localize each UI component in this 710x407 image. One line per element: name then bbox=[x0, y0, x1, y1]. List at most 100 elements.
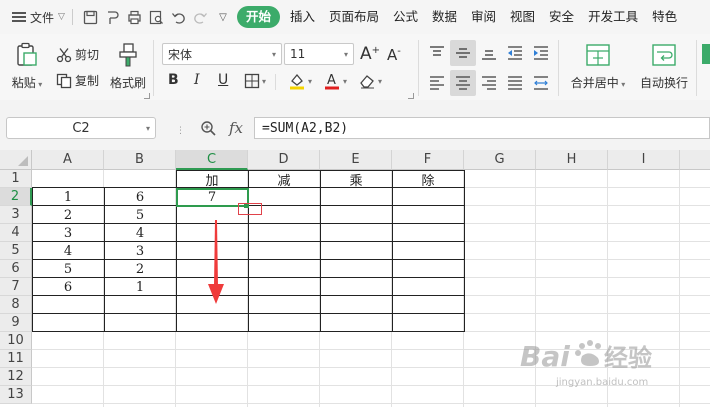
cell-a6[interactable]: 5 bbox=[32, 260, 104, 278]
row-header-11[interactable]: 11 bbox=[0, 350, 32, 368]
column-header-j[interactable] bbox=[680, 150, 710, 170]
cell-a3[interactable]: 2 bbox=[32, 206, 104, 224]
row-header-8[interactable]: 8 bbox=[0, 296, 32, 314]
row-header-4[interactable]: 4 bbox=[0, 224, 32, 242]
column-header-a[interactable]: A bbox=[32, 150, 104, 170]
cell-b4[interactable]: 4 bbox=[104, 224, 176, 242]
font-launcher[interactable] bbox=[408, 93, 414, 99]
tab-formulas[interactable]: 公式 bbox=[386, 6, 425, 28]
ribbon: 粘贴 ▾ 剪切 复制 格式刷 宋体 ▾ 11 ▾ A + A- B I U ▾ ▾… bbox=[0, 34, 710, 101]
cell-a5[interactable]: 4 bbox=[32, 242, 104, 260]
copy-button[interactable]: 复制 bbox=[56, 72, 99, 89]
row-header-1[interactable]: 1 bbox=[0, 170, 32, 188]
print-icon[interactable] bbox=[124, 6, 146, 28]
format-painter-button[interactable]: 格式刷 bbox=[108, 42, 148, 91]
row-header-9[interactable]: 9 bbox=[0, 314, 32, 332]
bold-icon[interactable]: B bbox=[168, 72, 179, 88]
column-header-g[interactable]: G bbox=[464, 150, 536, 170]
tab-insert[interactable]: 插入 bbox=[283, 6, 322, 28]
italic-icon[interactable]: I bbox=[194, 72, 200, 88]
file-menu-label: 文件 bbox=[30, 10, 55, 25]
customize-toolbar-icon[interactable]: ▽ bbox=[212, 6, 234, 28]
borders-button[interactable]: ▾ bbox=[244, 73, 266, 89]
font-size-select[interactable]: 11 ▾ bbox=[284, 43, 354, 65]
row-header-5[interactable]: 5 bbox=[0, 242, 32, 260]
wrap-text-button[interactable]: 自动换行 bbox=[638, 42, 690, 91]
paste-button[interactable]: 粘贴 ▾ bbox=[10, 42, 44, 91]
increase-font-icon[interactable]: A + bbox=[360, 44, 380, 64]
column-header-b[interactable]: B bbox=[104, 150, 176, 170]
tab-special[interactable]: 特色 bbox=[645, 6, 684, 28]
hamburger-icon bbox=[12, 12, 26, 22]
cell-f1[interactable]: 除 bbox=[392, 170, 464, 189]
tab-data[interactable]: 数据 bbox=[425, 6, 464, 28]
paste-label: 粘贴 bbox=[11, 76, 36, 90]
justify-icon[interactable] bbox=[506, 74, 524, 92]
column-header-d[interactable]: D bbox=[248, 150, 320, 170]
row-header-10[interactable]: 10 bbox=[0, 332, 32, 350]
wrap-text-label: 自动换行 bbox=[639, 76, 688, 90]
align-left-icon[interactable] bbox=[428, 74, 446, 92]
cell-a4[interactable]: 3 bbox=[32, 224, 104, 242]
file-menu[interactable]: 文件 ▽ bbox=[0, 9, 65, 26]
align-center-icon[interactable] bbox=[450, 70, 476, 96]
drag-handle-icon[interactable]: ⋮ bbox=[176, 126, 185, 136]
print-preview-icon[interactable] bbox=[146, 6, 168, 28]
redo-icon[interactable] bbox=[190, 6, 212, 28]
cell-c1[interactable]: 加 bbox=[176, 170, 248, 189]
row-header-13[interactable]: 13 bbox=[0, 386, 32, 404]
column-header-c[interactable]: C bbox=[176, 150, 248, 170]
output-icon[interactable] bbox=[102, 6, 124, 28]
tab-security[interactable]: 安全 bbox=[542, 6, 581, 28]
row-header-12[interactable]: 12 bbox=[0, 368, 32, 386]
cell-b6[interactable]: 2 bbox=[104, 260, 176, 278]
formula-input[interactable]: =SUM(A2,B2) bbox=[254, 117, 710, 139]
tab-home[interactable]: 开始 bbox=[236, 6, 280, 28]
cell-a2[interactable]: 1 bbox=[32, 188, 104, 206]
distributed-align-icon[interactable] bbox=[532, 74, 550, 92]
save-icon[interactable] bbox=[80, 6, 102, 28]
fill-color-button[interactable]: ▾ bbox=[288, 72, 312, 90]
column-header-e[interactable]: E bbox=[320, 150, 392, 170]
merge-center-button[interactable]: 合并居中 ▾ bbox=[566, 42, 630, 91]
cell-b3[interactable]: 5 bbox=[104, 206, 176, 224]
cell-e1[interactable]: 乘 bbox=[320, 170, 392, 189]
align-right-icon[interactable] bbox=[480, 74, 498, 92]
cell-b7[interactable]: 1 bbox=[104, 278, 176, 296]
align-middle-icon[interactable] bbox=[450, 40, 476, 66]
ribbon-overflow[interactable] bbox=[702, 44, 710, 64]
tab-review[interactable]: 审阅 bbox=[464, 6, 503, 28]
align-bottom-icon[interactable] bbox=[480, 44, 498, 62]
decrease-font-icon[interactable]: A- bbox=[387, 46, 401, 65]
cell-a7[interactable]: 6 bbox=[32, 278, 104, 296]
tab-view[interactable]: 视图 bbox=[503, 6, 542, 28]
cell-b5[interactable]: 3 bbox=[104, 242, 176, 260]
cell-d1[interactable]: 减 bbox=[248, 170, 320, 189]
column-header-f[interactable]: F bbox=[392, 150, 464, 170]
clipboard-launcher[interactable] bbox=[144, 93, 150, 99]
name-box[interactable]: C2 ▾ bbox=[6, 117, 156, 139]
column-header-h[interactable]: H bbox=[536, 150, 608, 170]
undo-icon[interactable] bbox=[168, 6, 190, 28]
increase-indent-icon[interactable] bbox=[532, 44, 550, 62]
font-color-button[interactable]: A ▾ bbox=[323, 72, 347, 90]
row-header-7[interactable]: 7 bbox=[0, 278, 32, 296]
cut-button[interactable]: 剪切 bbox=[56, 46, 99, 63]
column-header-i[interactable]: I bbox=[608, 150, 680, 170]
insert-function-icon[interactable]: fx bbox=[229, 119, 243, 137]
select-all-corner[interactable] bbox=[0, 150, 32, 170]
row-header-2[interactable]: 2 bbox=[0, 188, 32, 206]
zoom-formula-icon[interactable] bbox=[200, 120, 217, 140]
row-header-3[interactable]: 3 bbox=[0, 206, 32, 224]
align-top-icon[interactable] bbox=[428, 44, 446, 62]
decrease-indent-icon[interactable] bbox=[506, 44, 524, 62]
clear-button[interactable]: ▾ bbox=[358, 72, 382, 90]
tab-page-layout[interactable]: 页面布局 bbox=[322, 6, 386, 28]
watermark-url: jingyan.baidu.com bbox=[556, 377, 649, 388]
underline-icon[interactable]: U bbox=[218, 72, 228, 88]
font-name-select[interactable]: 宋体 ▾ bbox=[162, 43, 282, 65]
row-header-6[interactable]: 6 bbox=[0, 260, 32, 278]
cell-b2[interactable]: 6 bbox=[104, 188, 176, 206]
tab-developer[interactable]: 开发工具 bbox=[581, 6, 645, 28]
chevron-down-icon: ▾ bbox=[145, 123, 150, 133]
